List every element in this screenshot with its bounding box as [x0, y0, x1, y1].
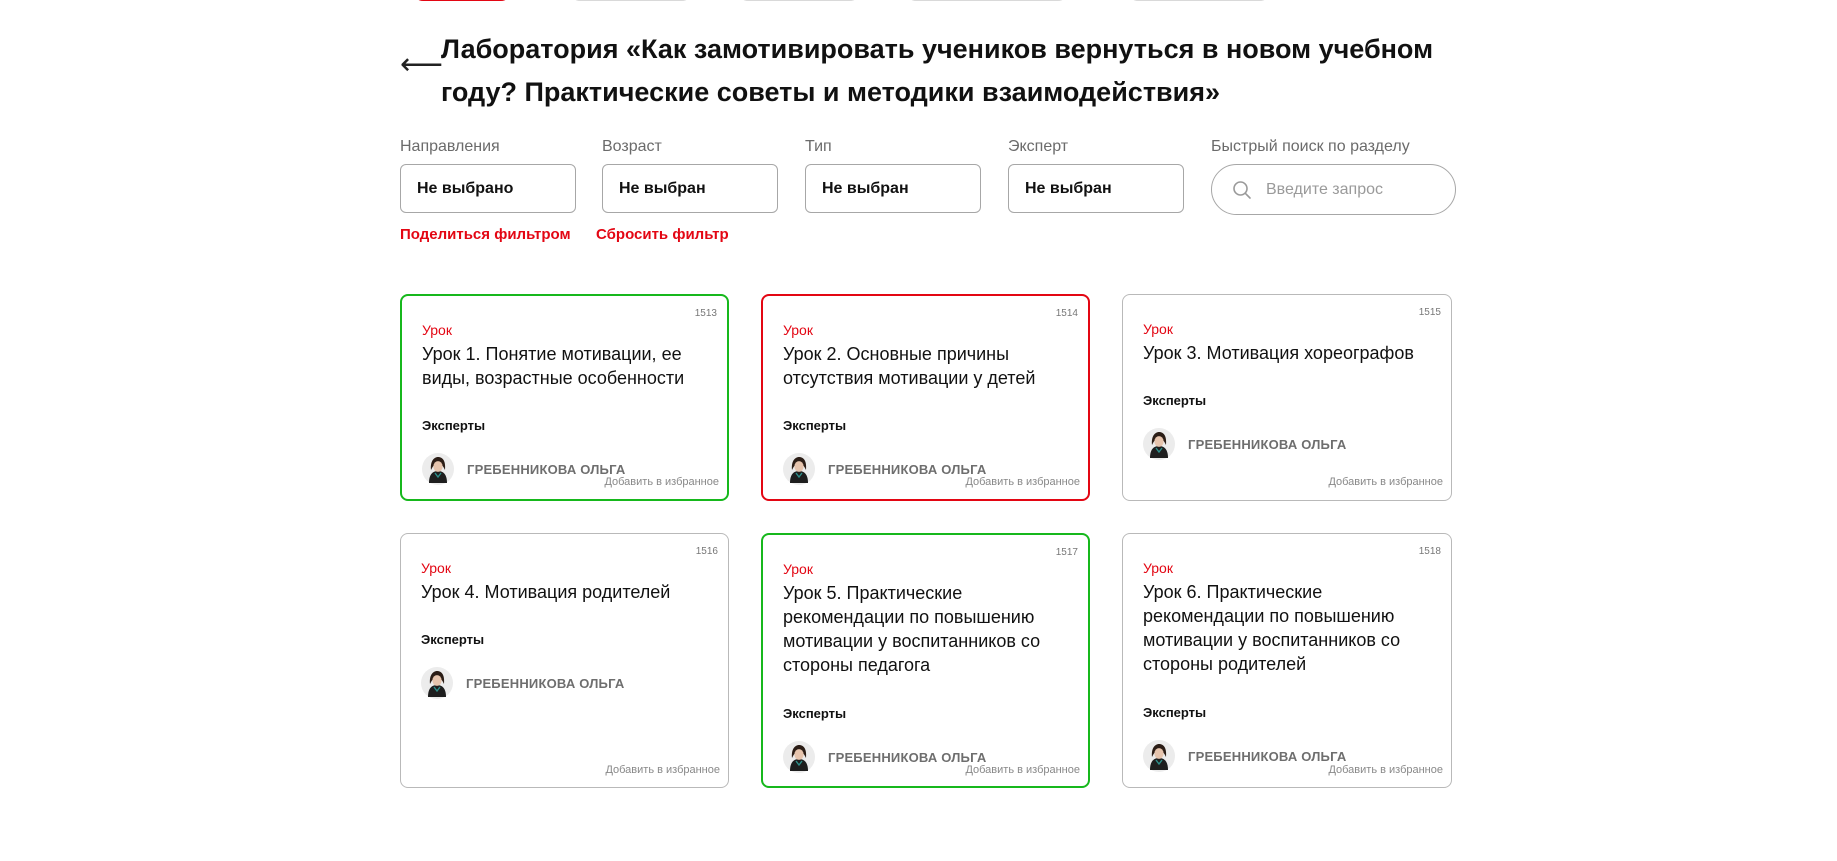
- expert-row[interactable]: ГРЕБЕННИКОВА ОЛЬГА: [783, 453, 986, 485]
- filter-label: Направления: [400, 138, 500, 155]
- experts-label: Эксперты: [422, 418, 486, 433]
- back-arrow-icon[interactable]: ⟵: [400, 50, 443, 80]
- add-to-favorites-link[interactable]: Добавить в избранное: [1328, 476, 1443, 488]
- card-type-label: Урок: [1143, 560, 1173, 576]
- expert-row[interactable]: ГРЕБЕННИКОВА ОЛЬГА: [783, 741, 986, 773]
- lesson-card[interactable]: 1515 Урок Урок 3. Мотивация хореографов …: [1122, 294, 1452, 501]
- experts-label: Эксперты: [1143, 393, 1207, 408]
- card-title[interactable]: Урок 4. Мотивация родителей: [421, 580, 711, 604]
- card-type-label: Урок: [783, 322, 813, 338]
- card-id: 1518: [1418, 546, 1441, 557]
- expert-name: ГРЕБЕННИКОВА ОЛЬГА: [828, 461, 987, 477]
- expert-name: ГРЕБЕННИКОВА ОЛЬГА: [467, 461, 626, 477]
- card-title[interactable]: Урок 1. Понятие мотивации, ее виды, возр…: [422, 342, 712, 390]
- filter-directions: Направления Не выбрано: [400, 138, 576, 213]
- lesson-card[interactable]: 1518 Урок Урок 6. Практические рекоменда…: [1122, 533, 1452, 788]
- expert-avatar: [421, 667, 453, 699]
- expert-row[interactable]: ГРЕБЕННИКОВА ОЛЬГА: [421, 667, 624, 699]
- card-title[interactable]: Урок 2. Основные причины отсутствия моти…: [783, 342, 1073, 390]
- share-filter-link[interactable]: Поделиться фильтром: [400, 226, 571, 243]
- experts-label: Эксперты: [1143, 705, 1207, 720]
- lesson-card[interactable]: 1514 Урок Урок 2. Основные причины отсут…: [761, 294, 1090, 501]
- card-id: 1514: [1055, 308, 1078, 319]
- filter-type: Тип Не выбран: [805, 138, 981, 213]
- card-type-label: Урок: [1143, 321, 1173, 337]
- reset-filter-link[interactable]: Сбросить фильтр: [596, 226, 729, 243]
- filter-age: Возраст Не выбран: [602, 138, 778, 213]
- lesson-card[interactable]: 1516 Урок Урок 4. Мотивация родителей Эк…: [400, 533, 729, 788]
- lesson-card[interactable]: 1513 Урок Урок 1. Понятие мотивации, ее …: [400, 294, 729, 501]
- card-title[interactable]: Урок 6. Практические рекомендации по пов…: [1143, 580, 1433, 676]
- expert-select[interactable]: Не выбран: [1008, 164, 1184, 213]
- filter-expert: Эксперт Не выбран: [1008, 138, 1184, 213]
- top-tab-bar: [0, 0, 1837, 2]
- filter-label: Быстрый поиск по разделу: [1211, 138, 1410, 155]
- expert-name: ГРЕБЕННИКОВА ОЛЬГА: [828, 749, 987, 765]
- card-type-label: Урок: [783, 561, 813, 577]
- expert-row[interactable]: ГРЕБЕННИКОВА ОЛЬГА: [1143, 428, 1346, 460]
- filter-label: Эксперт: [1008, 138, 1069, 155]
- expert-avatar: [1143, 428, 1175, 460]
- top-tab[interactable]: [738, 0, 860, 1]
- expert-row[interactable]: ГРЕБЕННИКОВА ОЛЬГА: [422, 453, 625, 485]
- add-to-favorites-link[interactable]: Добавить в избранное: [1328, 764, 1443, 776]
- top-tab[interactable]: [906, 0, 1068, 1]
- card-type-label: Урок: [421, 560, 451, 576]
- card-title[interactable]: Урок 3. Мотивация хореографов: [1143, 341, 1433, 365]
- expert-name: ГРЕБЕННИКОВА ОЛЬГА: [1188, 436, 1347, 452]
- search-field[interactable]: [1211, 164, 1456, 215]
- directions-select[interactable]: Не выбрано: [400, 164, 576, 213]
- filter-label: Тип: [805, 138, 832, 155]
- card-type-label: Урок: [422, 322, 452, 338]
- expert-row[interactable]: ГРЕБЕННИКОВА ОЛЬГА: [1143, 740, 1346, 772]
- search-input[interactable]: [1264, 179, 1438, 200]
- card-id: 1516: [695, 546, 718, 557]
- add-to-favorites-link[interactable]: Добавить в избранное: [604, 476, 719, 488]
- filter-search: Быстрый поиск по разделу: [1211, 138, 1456, 215]
- expert-avatar: [1143, 740, 1175, 772]
- add-to-favorites-link[interactable]: Добавить в избранное: [965, 764, 1080, 776]
- add-to-favorites-link[interactable]: Добавить в избранное: [605, 764, 720, 776]
- card-title[interactable]: Урок 5. Практические рекомендации по пов…: [783, 581, 1073, 677]
- expert-name: ГРЕБЕННИКОВА ОЛЬГА: [466, 675, 625, 691]
- top-tab[interactable]: [570, 0, 692, 1]
- filter-label: Возраст: [602, 138, 662, 155]
- search-icon: [1233, 180, 1251, 199]
- type-select[interactable]: Не выбран: [805, 164, 981, 213]
- add-to-favorites-link[interactable]: Добавить в избранное: [965, 476, 1080, 488]
- card-id: 1513: [694, 308, 717, 319]
- top-tab[interactable]: [1128, 0, 1270, 1]
- page-title: Лаборатория «Как замотивировать учеников…: [441, 34, 1434, 107]
- lesson-card[interactable]: 1517 Урок Урок 5. Практические рекоменда…: [761, 533, 1090, 788]
- age-select[interactable]: Не выбран: [602, 164, 778, 213]
- card-id: 1517: [1055, 547, 1078, 558]
- experts-label: Эксперты: [421, 632, 485, 647]
- expert-name: ГРЕБЕННИКОВА ОЛЬГА: [1188, 748, 1347, 764]
- expert-avatar: [422, 453, 454, 485]
- card-id: 1515: [1418, 307, 1441, 318]
- experts-label: Эксперты: [783, 418, 847, 433]
- expert-avatar: [783, 453, 815, 485]
- expert-avatar: [783, 741, 815, 773]
- top-tab[interactable]: [413, 0, 511, 1]
- experts-label: Эксперты: [783, 706, 847, 721]
